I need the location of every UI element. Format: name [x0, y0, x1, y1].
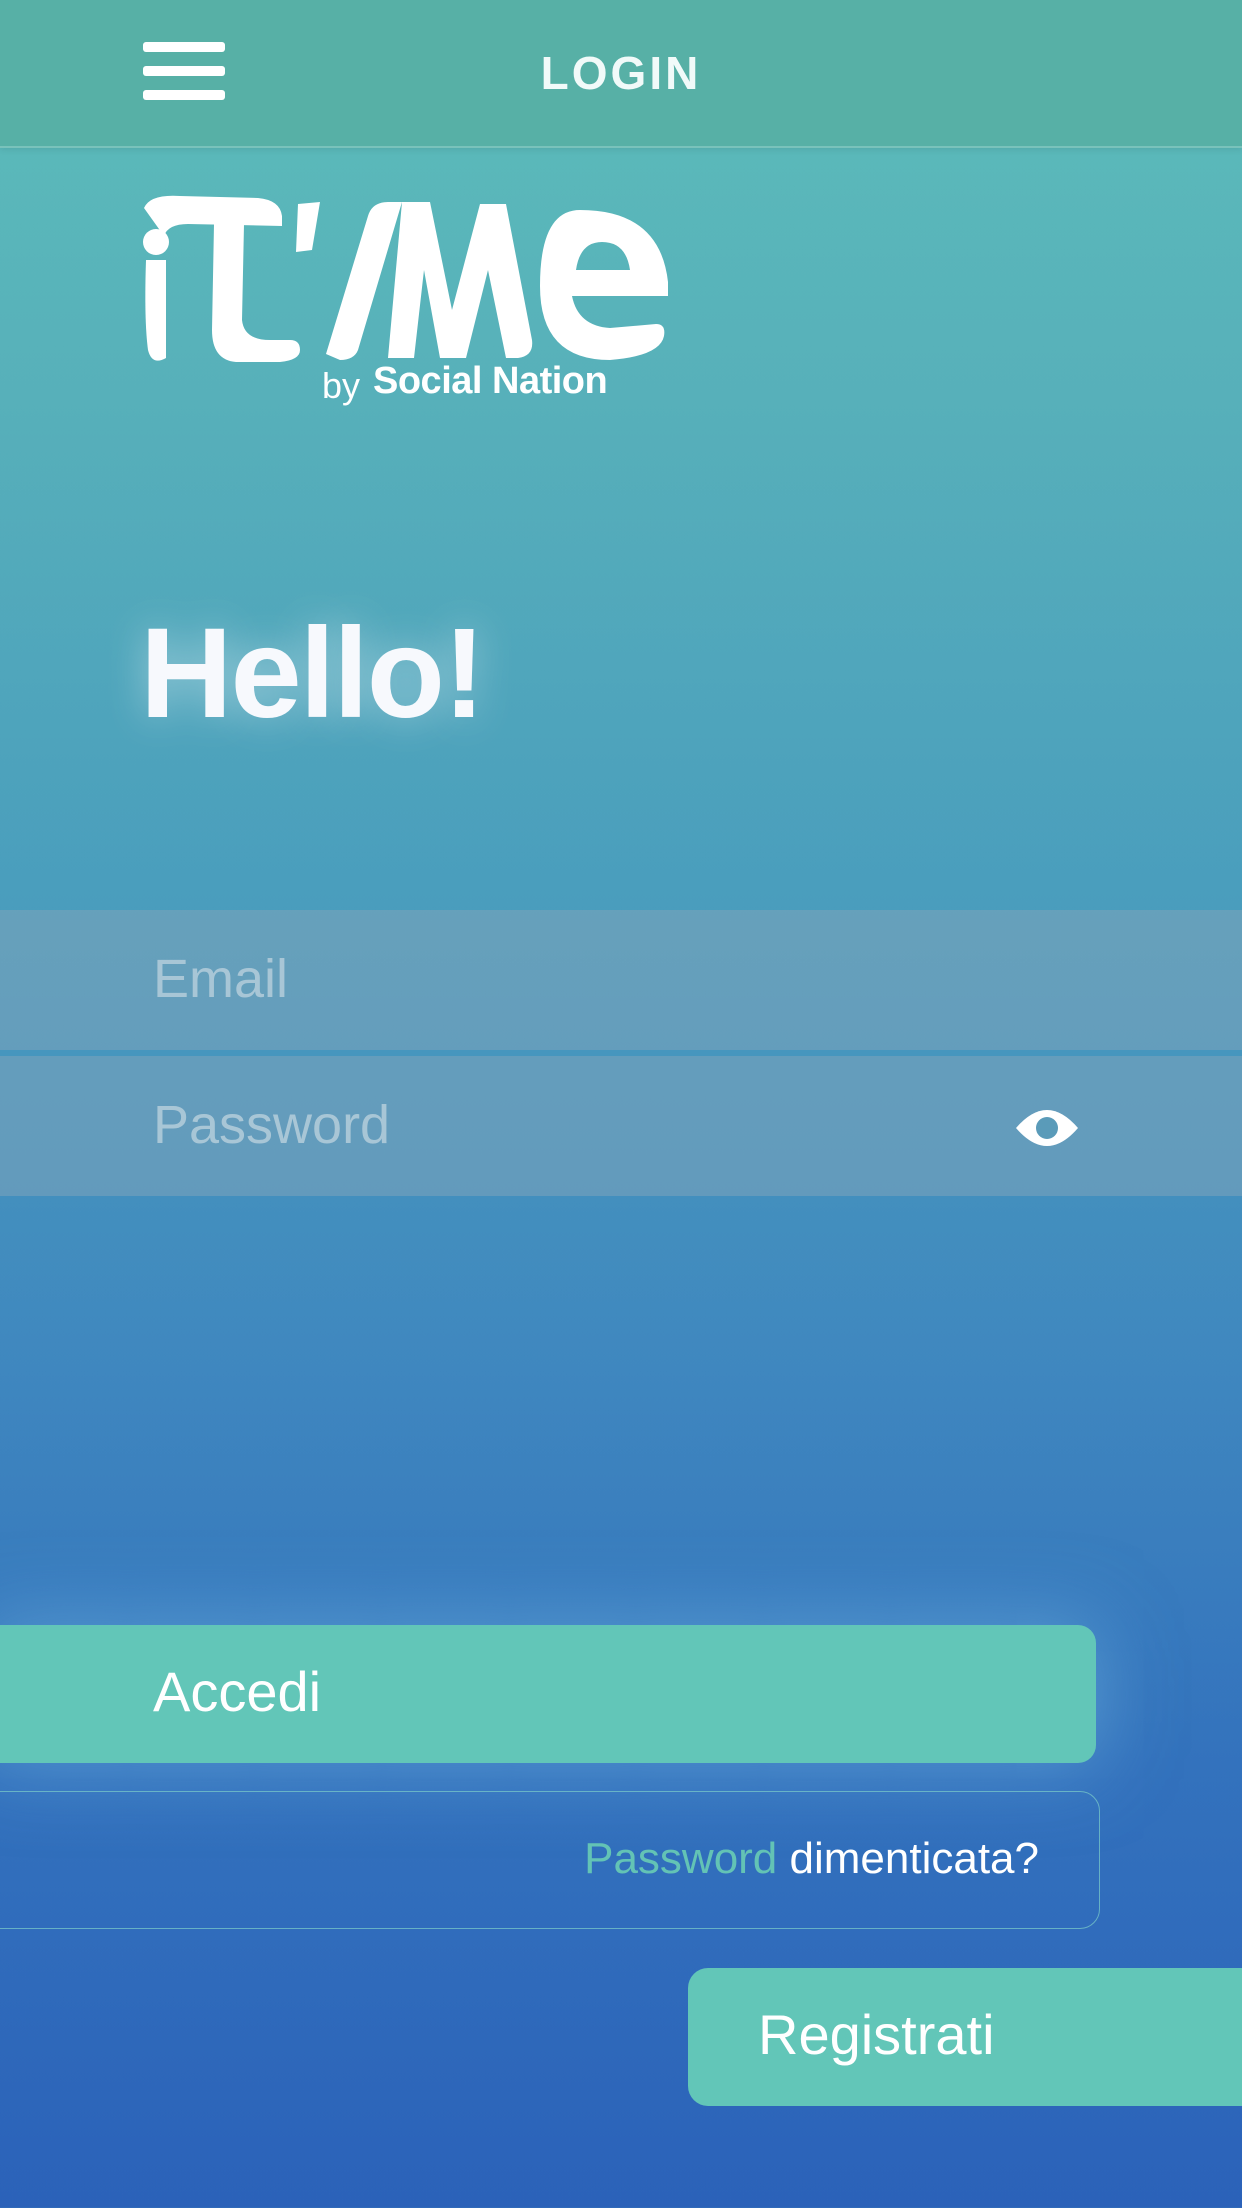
logo-by-text: by	[322, 365, 361, 406]
forgot-password-word: Password	[584, 1834, 778, 1883]
register-button[interactable]: Registrati	[688, 1968, 1242, 2106]
forgot-password-link[interactable]: Password dimenticata?	[0, 1791, 1100, 1929]
login-button-label: Accedi	[153, 1660, 322, 1723]
email-field[interactable]: Email	[0, 910, 1242, 1050]
email-placeholder: Email	[153, 949, 289, 1009]
eye-icon[interactable]	[1012, 1098, 1082, 1158]
register-button-label: Registrati	[758, 2003, 995, 2066]
logo-brand-text: Social Nation	[373, 360, 608, 402]
forgot-password-text: Password dimenticata?	[584, 1834, 1039, 1884]
page-title: LOGIN	[540, 47, 702, 99]
password-placeholder: Password	[153, 1095, 391, 1155]
forgot-password-rest: dimenticata?	[789, 1834, 1039, 1883]
greeting-heading: Hello!	[140, 602, 486, 745]
top-app-bar: LOGIN	[0, 0, 1242, 148]
login-button[interactable]: Accedi	[0, 1625, 1096, 1763]
